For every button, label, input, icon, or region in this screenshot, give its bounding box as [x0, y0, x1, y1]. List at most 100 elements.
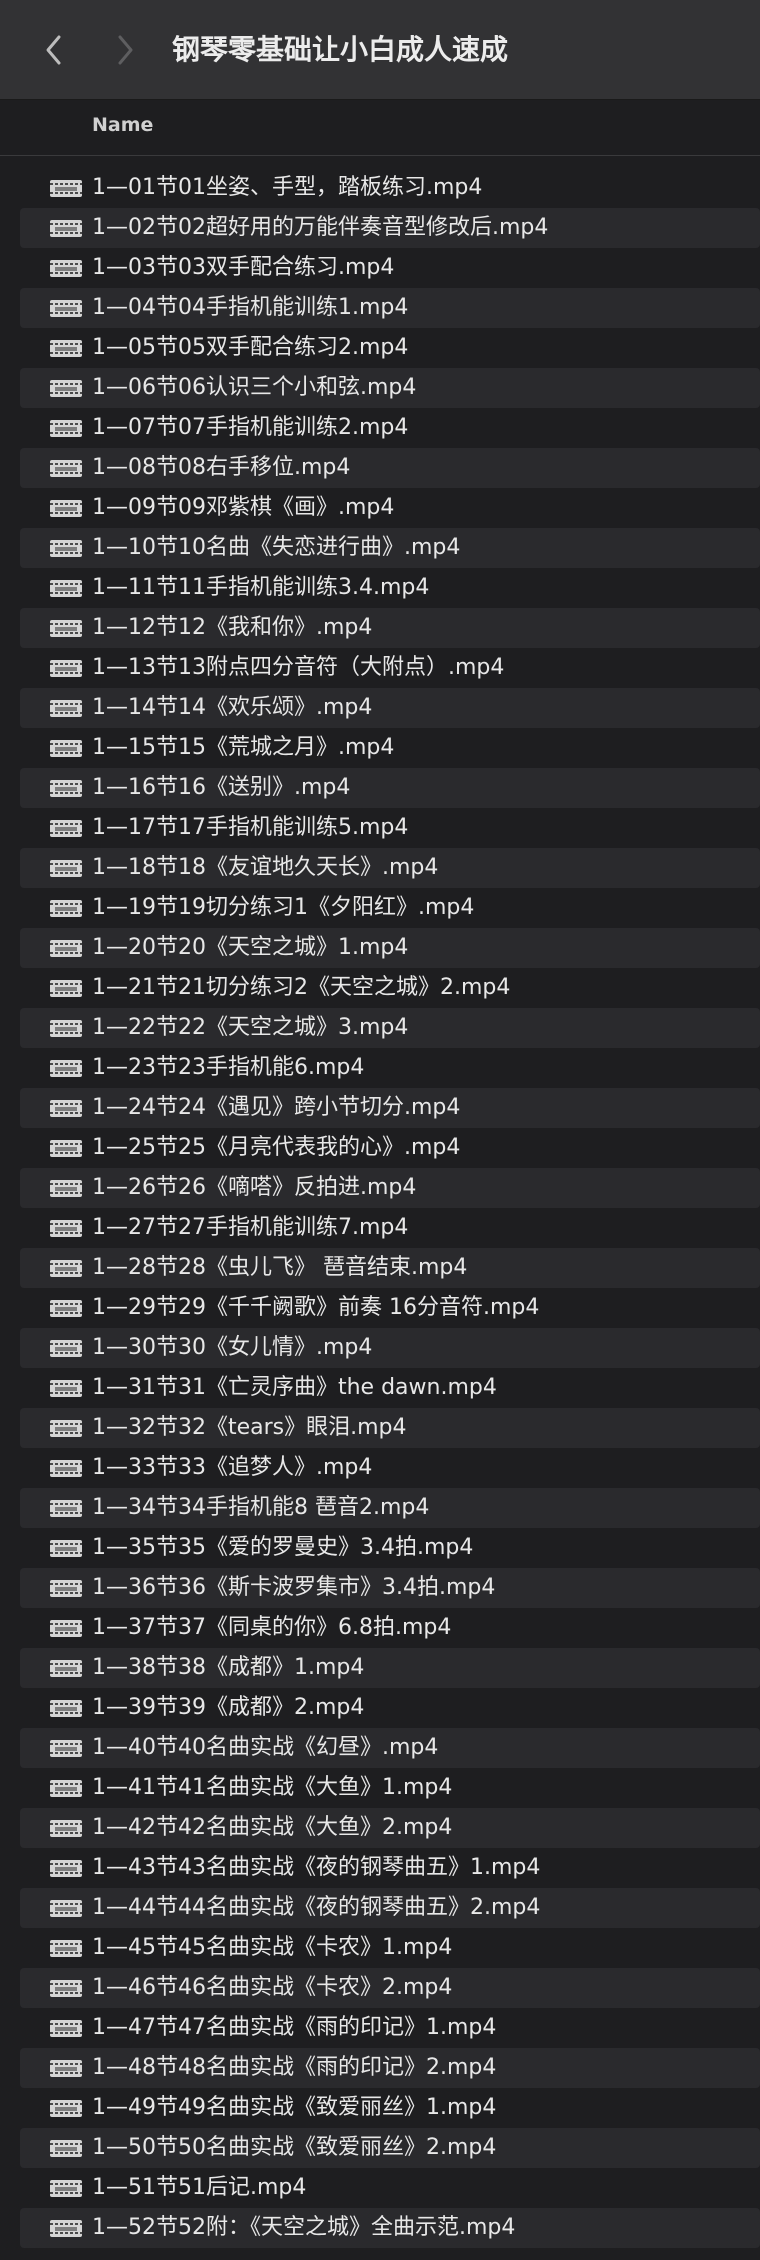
- video-file-icon: [50, 2060, 82, 2077]
- file-row[interactable]: 1—26节26《嘀嗒》反拍进.mp4: [20, 1168, 760, 1208]
- file-row[interactable]: 1—29节29《千千阙歌》前奏 16分音符.mp4: [20, 1288, 760, 1328]
- file-name: 1—48节48名曲实战《雨的印记》2.mp4: [92, 2055, 497, 2080]
- file-name: 1—28节28《虫儿飞》 琶音结束.mp4: [92, 1255, 468, 1280]
- file-name: 1—17节17手指机能训练5.mp4: [92, 815, 409, 840]
- file-name: 1—20节20《天空之城》1.mp4: [92, 935, 409, 960]
- file-row[interactable]: 1—41节41名曲实战《大鱼》1.mp4: [20, 1768, 760, 1808]
- file-row[interactable]: 1—32节32《tears》眼泪.mp4: [20, 1408, 760, 1448]
- file-row[interactable]: 1—37节37《同桌的你》6.8拍.mp4: [20, 1608, 760, 1648]
- file-row[interactable]: 1—23节23手指机能6.mp4: [20, 1048, 760, 1088]
- file-row[interactable]: 1—12节12《我和你》.mp4: [20, 608, 760, 648]
- file-row[interactable]: 1—39节39《成都》2.mp4: [20, 1688, 760, 1728]
- file-name: 1—38节38《成都》1.mp4: [92, 1655, 365, 1680]
- file-name: 1—13节13附点四分音符（大附点）.mp4: [92, 655, 505, 680]
- file-row[interactable]: 1—09节09邓紫棋《画》.mp4: [20, 488, 760, 528]
- video-file-icon: [50, 2180, 82, 2197]
- file-name: 1—05节05双手配合练习2.mp4: [92, 335, 409, 360]
- toolbar: 钢琴零基础让小白成人速成: [0, 0, 760, 100]
- file-name: 1—51节51后记.mp4: [92, 2175, 307, 2200]
- file-name: 1—11节11手指机能训练3.4.mp4: [92, 575, 430, 600]
- video-file-icon: [50, 340, 82, 357]
- video-file-icon: [50, 1340, 82, 1357]
- file-name: 1—37节37《同桌的你》6.8拍.mp4: [92, 1615, 452, 1640]
- file-row[interactable]: 1—51节51后记.mp4: [20, 2168, 760, 2208]
- file-row[interactable]: 1—49节49名曲实战《致爱丽丝》1.mp4: [20, 2088, 760, 2128]
- video-file-icon: [50, 1220, 82, 1237]
- video-file-icon: [50, 500, 82, 517]
- video-file-icon: [50, 1980, 82, 1997]
- file-name: 1—33节33《追梦人》.mp4: [92, 1455, 373, 1480]
- column-header-name[interactable]: Name: [92, 114, 153, 136]
- file-row[interactable]: 1—01节01坐姿、手型，踏板练习.mp4: [20, 168, 760, 208]
- file-row[interactable]: 1—15节15《荒城之月》.mp4: [20, 728, 760, 768]
- file-name: 1—10节10名曲《失恋进行曲》.mp4: [92, 535, 461, 560]
- file-row[interactable]: 1—02节02超好用的万能伴奏音型修改后.mp4: [20, 208, 760, 248]
- file-row[interactable]: 1—22节22《天空之城》3.mp4: [20, 1008, 760, 1048]
- file-row[interactable]: 1—40节40名曲实战《幻昼》.mp4: [20, 1728, 760, 1768]
- file-row[interactable]: 1—28节28《虫儿飞》 琶音结束.mp4: [20, 1248, 760, 1288]
- file-row[interactable]: 1—04节04手指机能训练1.mp4: [20, 288, 760, 328]
- file-row[interactable]: 1—46节46名曲实战《卡农》2.mp4: [20, 1968, 760, 2008]
- file-row[interactable]: 1—08节08右手移位.mp4: [20, 448, 760, 488]
- video-file-icon: [50, 1900, 82, 1917]
- file-name: 1—01节01坐姿、手型，踏板练习.mp4: [92, 175, 483, 200]
- file-name: 1—45节45名曲实战《卡农》1.mp4: [92, 1935, 453, 1960]
- file-row[interactable]: 1—11节11手指机能训练3.4.mp4: [20, 568, 760, 608]
- file-row[interactable]: 1—21节21切分练习2《天空之城》2.mp4: [20, 968, 760, 1008]
- file-row[interactable]: 1—20节20《天空之城》1.mp4: [20, 928, 760, 968]
- video-file-icon: [50, 900, 82, 917]
- file-row[interactable]: 1—07节07手指机能训练2.mp4: [20, 408, 760, 448]
- file-row[interactable]: 1—45节45名曲实战《卡农》1.mp4: [20, 1928, 760, 1968]
- video-file-icon: [50, 380, 82, 397]
- file-row[interactable]: 1—05节05双手配合练习2.mp4: [20, 328, 760, 368]
- file-row[interactable]: 1—19节19切分练习1《夕阳红》.mp4: [20, 888, 760, 928]
- file-row[interactable]: 1—36节36《斯卡波罗集市》3.4拍.mp4: [20, 1568, 760, 1608]
- video-file-icon: [50, 1940, 82, 1957]
- file-row[interactable]: 1—31节31《亡灵序曲》the dawn.mp4: [20, 1368, 760, 1408]
- file-row[interactable]: 1—16节16《送别》.mp4: [20, 768, 760, 808]
- video-file-icon: [50, 1740, 82, 1757]
- file-row[interactable]: 1—47节47名曲实战《雨的印记》1.mp4: [20, 2008, 760, 2048]
- video-file-icon: [50, 980, 82, 997]
- video-file-icon: [50, 1460, 82, 1477]
- file-row[interactable]: 1—33节33《追梦人》.mp4: [20, 1448, 760, 1488]
- file-row[interactable]: 1—18节18《友谊地久天长》.mp4: [20, 848, 760, 888]
- video-file-icon: [50, 180, 82, 197]
- file-row[interactable]: 1—52节52附：《天空之城》全曲示范.mp4: [20, 2208, 760, 2248]
- back-button[interactable]: [34, 25, 74, 75]
- video-file-icon: [50, 1500, 82, 1517]
- video-file-icon: [50, 1860, 82, 1877]
- window-title: 钢琴零基础让小白成人速成: [172, 33, 509, 66]
- file-row[interactable]: 1—38节38《成都》1.mp4: [20, 1648, 760, 1688]
- video-file-icon: [50, 2020, 82, 2037]
- file-row[interactable]: 1—06节06认识三个小和弦.mp4: [20, 368, 760, 408]
- file-row[interactable]: 1—50节50名曲实战《致爱丽丝》2.mp4: [20, 2128, 760, 2168]
- video-file-icon: [50, 620, 82, 637]
- file-row[interactable]: 1—14节14《欢乐颂》.mp4: [20, 688, 760, 728]
- file-row[interactable]: 1—30节30《女儿情》.mp4: [20, 1328, 760, 1368]
- file-row[interactable]: 1—24节24《遇见》跨小节切分.mp4: [20, 1088, 760, 1128]
- file-row[interactable]: 1—44节44名曲实战《夜的钢琴曲五》2.mp4: [20, 1888, 760, 1928]
- file-name: 1—24节24《遇见》跨小节切分.mp4: [92, 1095, 461, 1120]
- file-row[interactable]: 1—34节34手指机能8 琶音2.mp4: [20, 1488, 760, 1528]
- video-file-icon: [50, 300, 82, 317]
- file-row[interactable]: 1—25节25《月亮代表我的心》.mp4: [20, 1128, 760, 1168]
- file-row[interactable]: 1—48节48名曲实战《雨的印记》2.mp4: [20, 2048, 760, 2088]
- video-file-icon: [50, 740, 82, 757]
- file-row[interactable]: 1—17节17手指机能训练5.mp4: [20, 808, 760, 848]
- video-file-icon: [50, 1140, 82, 1157]
- video-file-icon: [50, 1420, 82, 1437]
- video-file-icon: [50, 1580, 82, 1597]
- file-row[interactable]: 1—42节42名曲实战《大鱼》2.mp4: [20, 1808, 760, 1848]
- video-file-icon: [50, 2100, 82, 2117]
- file-row[interactable]: 1—13节13附点四分音符（大附点）.mp4: [20, 648, 760, 688]
- file-row[interactable]: 1—10节10名曲《失恋进行曲》.mp4: [20, 528, 760, 568]
- file-row[interactable]: 1—27节27手指机能训练7.mp4: [20, 1208, 760, 1248]
- file-name: 1—25节25《月亮代表我的心》.mp4: [92, 1135, 461, 1160]
- file-row[interactable]: 1—03节03双手配合练习.mp4: [20, 248, 760, 288]
- file-name: 1—39节39《成都》2.mp4: [92, 1695, 365, 1720]
- file-row[interactable]: 1—43节43名曲实战《夜的钢琴曲五》1.mp4: [20, 1848, 760, 1888]
- file-row[interactable]: 1—35节35《爱的罗曼史》3.4拍.mp4: [20, 1528, 760, 1568]
- forward-button[interactable]: [105, 25, 145, 75]
- file-name: 1—06节06认识三个小和弦.mp4: [92, 375, 417, 400]
